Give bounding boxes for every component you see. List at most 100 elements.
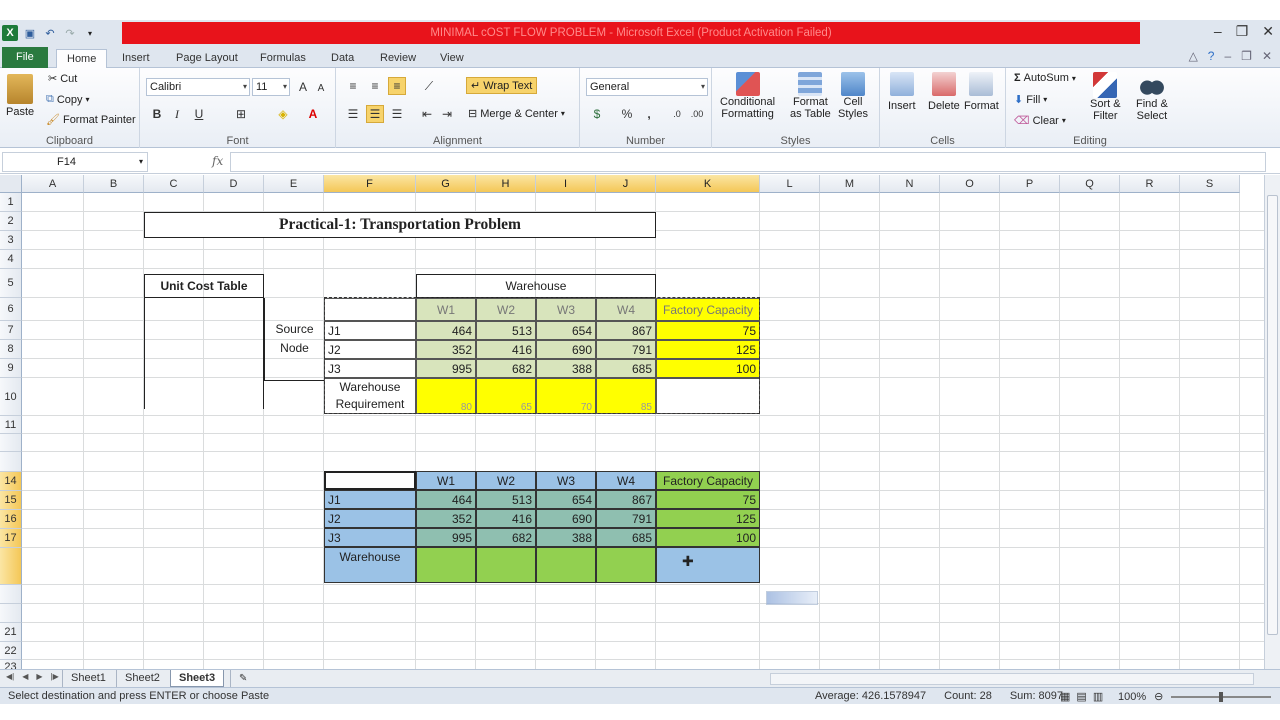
- last-sheet-icon[interactable]: |▶: [51, 672, 59, 681]
- zoom-out-icon[interactable]: ⊖: [1154, 690, 1163, 703]
- row-header[interactable]: [0, 548, 22, 585]
- column-header-n[interactable]: N: [880, 175, 940, 193]
- sheet-tab-sheet2[interactable]: Sheet2: [116, 670, 168, 687]
- row-header[interactable]: 15: [0, 491, 22, 510]
- doc-restore-icon[interactable]: ❐: [1241, 49, 1252, 63]
- table1-requirement-cell[interactable]: 80: [416, 378, 476, 414]
- column-header-l[interactable]: L: [760, 175, 820, 193]
- format-painter-button[interactable]: 🖌 Format Painter: [46, 113, 136, 127]
- find-select-button[interactable]: Find & Select: [1136, 72, 1168, 122]
- table1-cost-cell[interactable]: 513: [476, 321, 536, 340]
- table1-row-label[interactable]: J1: [324, 321, 416, 340]
- align-bottom-icon[interactable]: ≡: [388, 77, 406, 95]
- row-header[interactable]: 16: [0, 510, 22, 529]
- table1-header-cell[interactable]: W2: [476, 298, 536, 321]
- table2-requirement-cell[interactable]: [416, 547, 476, 583]
- align-left-icon[interactable]: ☰: [344, 105, 362, 123]
- tab-data[interactable]: Data: [321, 49, 364, 68]
- table1-capacity-cell[interactable]: 100: [656, 359, 760, 378]
- conditional-formatting-button[interactable]: Conditional Formatting: [720, 72, 775, 120]
- column-header-m[interactable]: M: [820, 175, 880, 193]
- fill-color-icon[interactable]: ◈: [274, 105, 292, 123]
- row-header[interactable]: 8: [0, 340, 22, 359]
- minimize-ribbon-icon[interactable]: △: [1189, 49, 1198, 63]
- restore-icon[interactable]: ❐: [1236, 23, 1249, 40]
- normal-view-icon[interactable]: ▦: [1060, 690, 1070, 703]
- close-icon[interactable]: ✕: [1262, 23, 1274, 40]
- table2-header-cell[interactable]: W2: [476, 471, 536, 490]
- row-header[interactable]: 1: [0, 193, 22, 212]
- row-header[interactable]: 3: [0, 231, 22, 250]
- table1-corner-cell[interactable]: [324, 298, 416, 321]
- orientation-icon[interactable]: ⟋: [420, 77, 438, 95]
- column-header-f[interactable]: F: [324, 175, 416, 193]
- bold-icon[interactable]: B: [148, 105, 166, 123]
- table2-cost-cell[interactable]: 388: [536, 528, 596, 547]
- row-header[interactable]: [0, 434, 22, 452]
- doc-minimize-icon[interactable]: –: [1224, 49, 1231, 63]
- table2-cost-cell[interactable]: 464: [416, 490, 476, 509]
- table2-header-cell[interactable]: W3: [536, 471, 596, 490]
- row-header[interactable]: 10: [0, 378, 22, 416]
- table1-cost-cell[interactable]: 690: [536, 340, 596, 359]
- redo-icon[interactable]: ↷: [62, 25, 78, 41]
- clear-button[interactable]: ⌫ Clear ▾: [1014, 114, 1066, 128]
- table1-cost-cell[interactable]: 685: [596, 359, 656, 378]
- tab-review[interactable]: Review: [370, 49, 426, 68]
- table1-row-label[interactable]: J2: [324, 340, 416, 359]
- number-format-select[interactable]: General ▾: [586, 78, 708, 96]
- table2-cost-cell[interactable]: 995: [416, 528, 476, 547]
- table1-requirement-cell[interactable]: 65: [476, 378, 536, 414]
- insert-function-icon[interactable]: fx: [212, 154, 223, 168]
- table2-header-cell[interactable]: W4: [596, 471, 656, 490]
- row-header[interactable]: 14: [0, 472, 22, 491]
- column-header-c[interactable]: C: [144, 175, 204, 193]
- row-header[interactable]: 2: [0, 212, 22, 231]
- table2-capacity-cell[interactable]: 75: [656, 490, 760, 509]
- comma-icon[interactable]: ,: [640, 105, 658, 123]
- row-header[interactable]: 23: [0, 660, 22, 669]
- tab-view[interactable]: View: [430, 49, 474, 68]
- table2-requirement-cell[interactable]: [596, 547, 656, 583]
- insert-sheet-icon[interactable]: ✎: [230, 670, 255, 687]
- worksheet-grid[interactable]: A B C D E F G H I J K L M N O P Q R S 1 2 3 4 5 6 7 8 9 10 11 14 15 16 17…: [0, 175, 1264, 669]
- table2-cost-cell[interactable]: 685: [596, 528, 656, 547]
- format-as-table-button[interactable]: Format as Table: [790, 72, 831, 120]
- paste-options-icon[interactable]: [766, 591, 818, 605]
- table1-empty-cell[interactable]: [656, 378, 760, 414]
- select-all-corner[interactable]: [0, 175, 22, 193]
- row-header[interactable]: 6: [0, 298, 22, 321]
- row-header[interactable]: [0, 585, 22, 604]
- align-middle-icon[interactable]: ≡: [366, 77, 384, 95]
- borders-icon[interactable]: ⊞: [232, 105, 250, 123]
- tab-file[interactable]: File: [2, 47, 48, 68]
- table1-header-cell[interactable]: Factory Capacity: [656, 298, 760, 321]
- tab-insert[interactable]: Insert: [112, 49, 160, 68]
- table2-corner-cell[interactable]: [324, 471, 416, 490]
- horizontal-scrollbar[interactable]: [770, 673, 1254, 685]
- column-header-b[interactable]: B: [84, 175, 144, 193]
- table1-cost-cell[interactable]: 352: [416, 340, 476, 359]
- table2-requirement-cell[interactable]: [476, 547, 536, 583]
- underline-icon[interactable]: U: [190, 105, 208, 123]
- column-header-a[interactable]: A: [22, 175, 84, 193]
- table1-cost-cell[interactable]: 867: [596, 321, 656, 340]
- table1-cost-cell[interactable]: 388: [536, 359, 596, 378]
- wrap-text-button[interactable]: ↵ Wrap Text: [466, 77, 538, 94]
- column-header-o[interactable]: O: [940, 175, 1000, 193]
- table1-cost-cell[interactable]: 464: [416, 321, 476, 340]
- row-header[interactable]: 7: [0, 321, 22, 340]
- fill-button[interactable]: ⬇ Fill ▾: [1014, 93, 1047, 107]
- table2-requirement-label[interactable]: Warehouse: [324, 547, 416, 583]
- row-header[interactable]: 11: [0, 416, 22, 434]
- decrease-decimal-icon[interactable]: .00: [688, 105, 706, 123]
- table2-cost-cell[interactable]: 654: [536, 490, 596, 509]
- table2-cost-cell[interactable]: 352: [416, 509, 476, 528]
- table2-capacity-cell[interactable]: 125: [656, 509, 760, 528]
- table2-cost-cell[interactable]: 791: [596, 509, 656, 528]
- column-header-e[interactable]: E: [264, 175, 324, 193]
- sheet-tab-sheet3[interactable]: Sheet3: [170, 670, 225, 687]
- vertical-scrollbar[interactable]: [1264, 175, 1280, 669]
- cut-button[interactable]: ✂ Cut: [48, 72, 77, 86]
- table1-requirement-label[interactable]: Warehouse Requirement: [324, 378, 416, 414]
